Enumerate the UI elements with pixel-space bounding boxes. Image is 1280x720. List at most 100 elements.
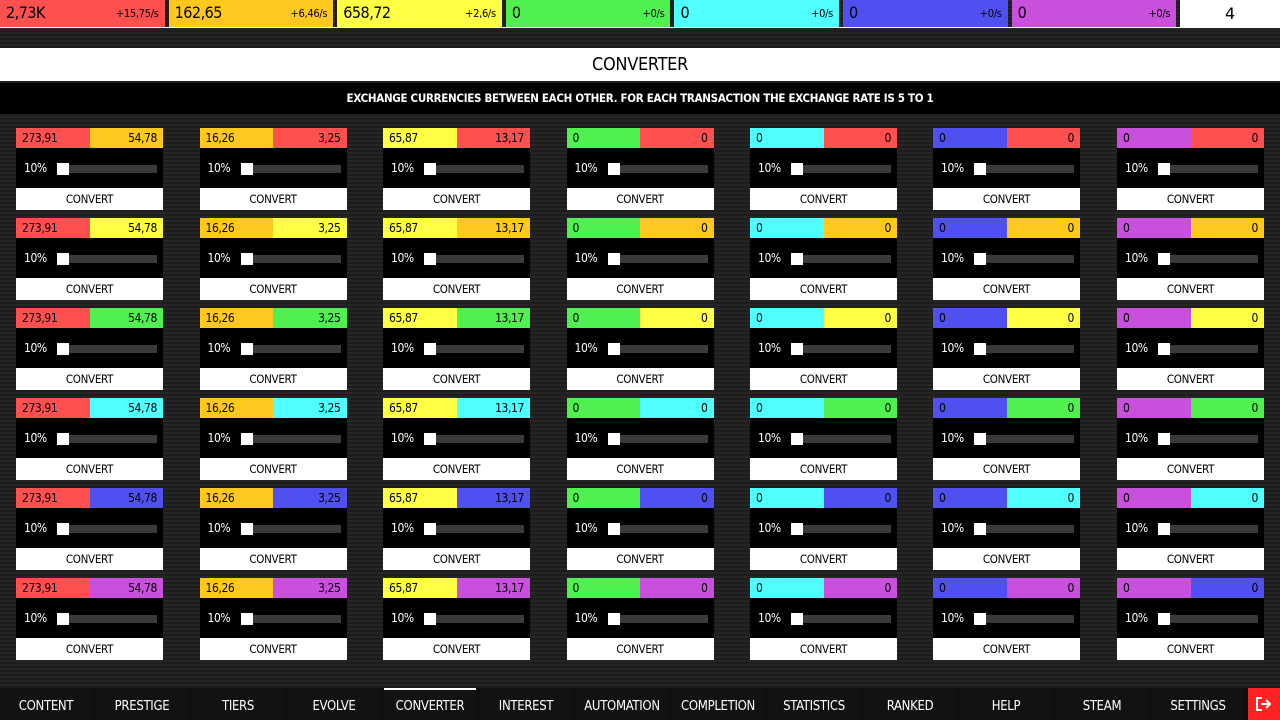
slider-handle[interactable] xyxy=(1158,433,1170,445)
amount-slider[interactable] xyxy=(974,613,1074,625)
tab-evolve[interactable]: EVOLVE xyxy=(288,688,380,720)
amount-slider[interactable] xyxy=(240,163,341,175)
convert-button[interactable]: CONVERT xyxy=(750,368,897,390)
convert-button[interactable]: CONVERT xyxy=(16,548,163,570)
slider-handle[interactable] xyxy=(791,343,803,355)
tab-completion[interactable]: COMPLETION xyxy=(672,688,764,720)
amount-slider[interactable] xyxy=(57,343,157,355)
slider-handle[interactable] xyxy=(57,523,69,535)
amount-slider[interactable] xyxy=(240,253,341,265)
slider-handle[interactable] xyxy=(424,523,436,535)
amount-slider[interactable] xyxy=(57,253,157,265)
slider-handle[interactable] xyxy=(57,433,69,445)
convert-button[interactable]: CONVERT xyxy=(383,548,530,570)
convert-button[interactable]: CONVERT xyxy=(16,278,163,300)
amount-slider[interactable] xyxy=(424,613,524,625)
amount-slider[interactable] xyxy=(424,343,524,355)
slider-handle[interactable] xyxy=(240,163,253,175)
slider-handle[interactable] xyxy=(57,343,69,355)
amount-slider[interactable] xyxy=(424,163,524,175)
convert-button[interactable]: CONVERT xyxy=(199,638,347,660)
slider-handle[interactable] xyxy=(57,253,69,265)
slider-handle[interactable] xyxy=(607,253,620,265)
tab-automation[interactable]: AUTOMATION xyxy=(576,688,668,720)
convert-button[interactable]: CONVERT xyxy=(933,278,1080,300)
convert-button[interactable]: CONVERT xyxy=(933,638,1080,660)
amount-slider[interactable] xyxy=(240,343,341,355)
convert-button[interactable]: CONVERT xyxy=(750,278,897,300)
slider-handle[interactable] xyxy=(1158,613,1170,625)
tab-steam[interactable]: STEAM xyxy=(1056,688,1148,720)
amount-slider[interactable] xyxy=(974,253,1074,265)
tab-settings[interactable]: SETTINGS xyxy=(1152,688,1244,720)
amount-slider[interactable] xyxy=(57,523,157,535)
amount-slider[interactable] xyxy=(1158,253,1258,265)
convert-button[interactable]: CONVERT xyxy=(1117,368,1264,390)
amount-slider[interactable] xyxy=(240,523,341,535)
convert-button[interactable]: CONVERT xyxy=(199,458,347,480)
slider-handle[interactable] xyxy=(1158,523,1170,535)
convert-button[interactable]: CONVERT xyxy=(566,188,714,210)
amount-slider[interactable] xyxy=(424,253,524,265)
convert-button[interactable]: CONVERT xyxy=(566,638,714,660)
amount-slider[interactable] xyxy=(974,343,1074,355)
slider-handle[interactable] xyxy=(791,613,803,625)
convert-button[interactable]: CONVERT xyxy=(1117,548,1264,570)
slider-handle[interactable] xyxy=(607,523,620,535)
amount-slider[interactable] xyxy=(240,613,341,625)
amount-slider[interactable] xyxy=(607,163,708,175)
tab-content[interactable]: CONTENT xyxy=(0,688,92,720)
convert-button[interactable]: CONVERT xyxy=(383,638,530,660)
amount-slider[interactable] xyxy=(607,253,708,265)
convert-button[interactable]: CONVERT xyxy=(750,638,897,660)
convert-button[interactable]: CONVERT xyxy=(566,278,714,300)
slider-handle[interactable] xyxy=(424,253,436,265)
amount-slider[interactable] xyxy=(974,433,1074,445)
amount-slider[interactable] xyxy=(57,163,157,175)
slider-handle[interactable] xyxy=(607,343,620,355)
convert-button[interactable]: CONVERT xyxy=(566,458,714,480)
convert-button[interactable]: CONVERT xyxy=(383,368,530,390)
convert-button[interactable]: CONVERT xyxy=(933,368,1080,390)
amount-slider[interactable] xyxy=(974,163,1074,175)
slider-handle[interactable] xyxy=(791,523,803,535)
convert-button[interactable]: CONVERT xyxy=(1117,638,1264,660)
convert-button[interactable]: CONVERT xyxy=(750,458,897,480)
convert-button[interactable]: CONVERT xyxy=(199,188,347,210)
tab-ranked[interactable]: RANKED xyxy=(864,688,956,720)
slider-handle[interactable] xyxy=(607,163,620,175)
amount-slider[interactable] xyxy=(57,613,157,625)
amount-slider[interactable] xyxy=(1158,613,1258,625)
slider-handle[interactable] xyxy=(240,613,253,625)
amount-slider[interactable] xyxy=(240,433,341,445)
convert-button[interactable]: CONVERT xyxy=(566,368,714,390)
slider-handle[interactable] xyxy=(240,433,253,445)
convert-button[interactable]: CONVERT xyxy=(16,188,163,210)
slider-handle[interactable] xyxy=(791,433,803,445)
tab-help[interactable]: HELP xyxy=(960,688,1052,720)
tab-tiers[interactable]: TIERS xyxy=(192,688,284,720)
amount-slider[interactable] xyxy=(607,343,708,355)
convert-button[interactable]: CONVERT xyxy=(16,368,163,390)
convert-button[interactable]: CONVERT xyxy=(933,188,1080,210)
slider-handle[interactable] xyxy=(57,163,69,175)
slider-handle[interactable] xyxy=(424,343,436,355)
convert-button[interactable]: CONVERT xyxy=(933,458,1080,480)
slider-handle[interactable] xyxy=(607,433,620,445)
convert-button[interactable]: CONVERT xyxy=(199,368,347,390)
convert-button[interactable]: CONVERT xyxy=(199,548,347,570)
amount-slider[interactable] xyxy=(974,523,1074,535)
slider-handle[interactable] xyxy=(974,163,986,175)
convert-button[interactable]: CONVERT xyxy=(1117,458,1264,480)
tab-prestige[interactable]: PRESTIGE xyxy=(96,688,188,720)
slider-handle[interactable] xyxy=(424,613,436,625)
exit-button[interactable] xyxy=(1248,688,1280,720)
convert-button[interactable]: CONVERT xyxy=(383,188,530,210)
slider-handle[interactable] xyxy=(974,343,986,355)
convert-button[interactable]: CONVERT xyxy=(566,548,714,570)
amount-slider[interactable] xyxy=(424,523,524,535)
slider-handle[interactable] xyxy=(240,253,253,265)
convert-button[interactable]: CONVERT xyxy=(16,638,163,660)
slider-handle[interactable] xyxy=(791,253,803,265)
slider-handle[interactable] xyxy=(1158,163,1170,175)
